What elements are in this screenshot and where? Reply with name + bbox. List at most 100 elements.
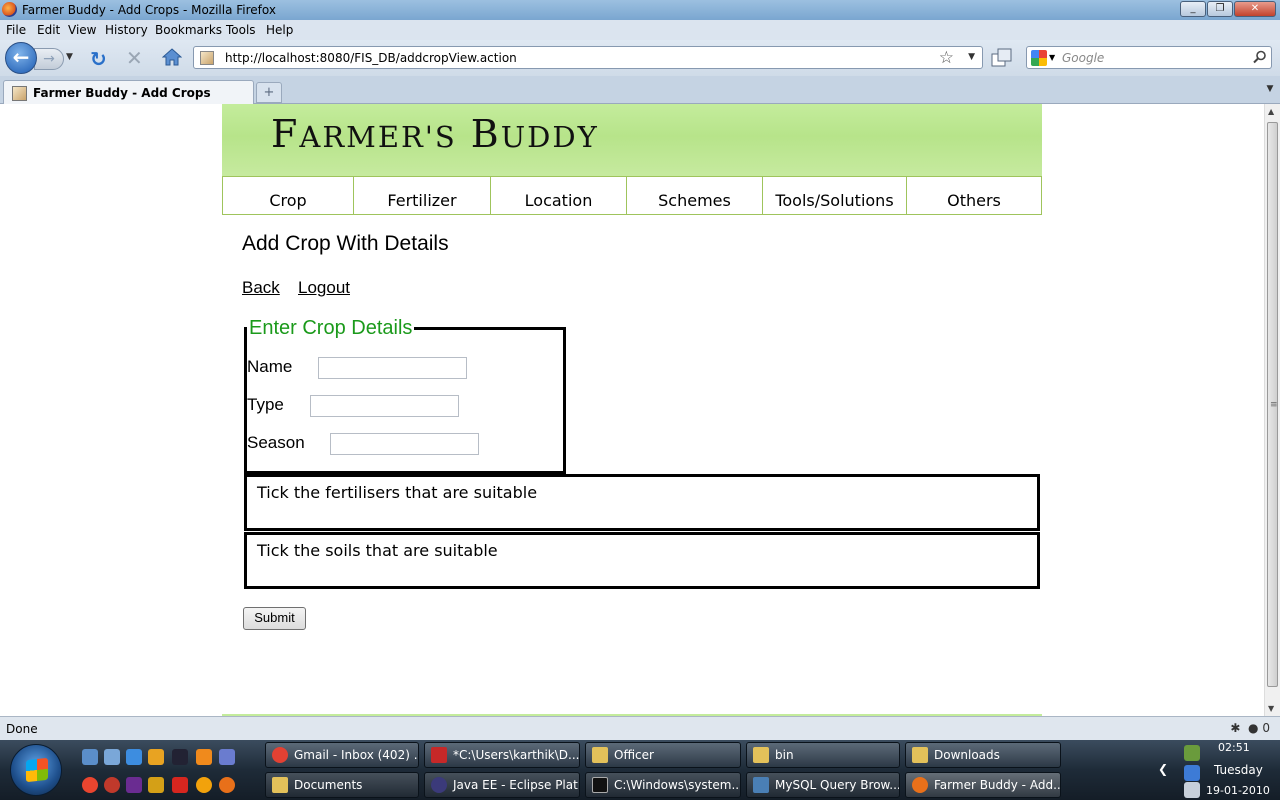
back-button[interactable]: ← xyxy=(5,42,37,74)
soils-box: Tick the soils that are suitable xyxy=(244,532,1040,589)
nav-crop[interactable]: Crop xyxy=(223,177,354,214)
page-viewport: FARMER'S BUDDY Crop Fertilizer Location … xyxy=(0,104,1264,716)
type-input[interactable] xyxy=(310,395,459,417)
address-bar[interactable]: http://localhost:8080/FIS_DB/addcropView… xyxy=(193,46,983,69)
quicklaunch-explorer-icon[interactable] xyxy=(104,749,120,765)
engine-dropdown-icon[interactable]: ▼ xyxy=(1049,53,1055,62)
submit-button[interactable]: Submit xyxy=(243,607,306,630)
type-label: Type xyxy=(247,395,284,414)
menu-history[interactable]: History xyxy=(105,23,148,37)
taskbar-officer[interactable]: Officer xyxy=(585,742,741,768)
menu-file[interactable]: File xyxy=(6,23,26,37)
season-input[interactable] xyxy=(330,433,479,455)
history-dropdown-icon[interactable]: ▼ xyxy=(66,52,73,62)
menu-bookmarks[interactable]: Bookmarks xyxy=(155,23,222,37)
url-dropdown-icon[interactable]: ▼ xyxy=(968,52,975,62)
stop-icon[interactable]: ✕ xyxy=(126,46,143,70)
folder-icon xyxy=(753,747,769,763)
start-button[interactable] xyxy=(10,744,62,796)
show-hidden-icons[interactable]: ❮ xyxy=(1158,762,1168,776)
scroll-down-icon[interactable]: ▼ xyxy=(1268,704,1274,713)
addon-icon[interactable]: ✱ xyxy=(1230,721,1240,735)
quicklaunch-ie-icon[interactable] xyxy=(126,749,142,765)
window-title: Farmer Buddy - Add Crops - Mozilla Firef… xyxy=(22,3,276,17)
menu-view[interactable]: View xyxy=(68,23,96,37)
clock-time: 02:51 xyxy=(1218,741,1250,754)
taskbar-downloads[interactable]: Downloads xyxy=(905,742,1061,768)
quicklaunch-desktop-icon[interactable] xyxy=(82,749,98,765)
quicklaunch-app3-icon[interactable] xyxy=(172,777,188,793)
tab-favicon-icon xyxy=(12,86,27,101)
nav-location[interactable]: Location xyxy=(491,177,627,214)
tray-network-icon[interactable] xyxy=(1184,765,1200,781)
search-bar[interactable]: ▼ Google xyxy=(1026,46,1272,69)
scroll-up-icon[interactable]: ▲ xyxy=(1268,107,1274,116)
quicklaunch-app2-icon[interactable] xyxy=(219,749,235,765)
close-button[interactable]: ✕ xyxy=(1234,1,1276,17)
quicklaunch-app-icon[interactable] xyxy=(172,749,188,765)
taskbar-notepad[interactable]: *C:\Users\karthik\D... xyxy=(424,742,580,768)
window-controls: _ ❐ ✕ xyxy=(1179,1,1276,17)
clock-date: 19-01-2010 xyxy=(1206,784,1270,797)
windows-taskbar: Gmail - Inbox (402) ... *C:\Users\karthi… xyxy=(0,740,1280,800)
tab-strip: Farmer Buddy - Add Crops + ▼ xyxy=(0,76,1280,105)
menu-help[interactable]: Help xyxy=(266,23,293,37)
google-engine-icon[interactable] xyxy=(1031,50,1047,66)
windows-logo-icon xyxy=(26,757,48,783)
quicklaunch-firefox-icon[interactable] xyxy=(219,777,235,793)
site-navigation: Crop Fertilizer Location Schemes Tools/S… xyxy=(222,176,1042,215)
chrome-icon xyxy=(272,747,288,763)
taskbar-documents[interactable]: Documents xyxy=(265,772,419,798)
quicklaunch-vlc-icon[interactable] xyxy=(196,749,212,765)
tab-groups-icon[interactable] xyxy=(991,48,1013,68)
nav-others[interactable]: Others xyxy=(907,177,1041,214)
quicklaunch-opera-icon[interactable] xyxy=(104,777,120,793)
season-label: Season xyxy=(247,433,305,452)
search-placeholder[interactable]: Google xyxy=(1062,51,1104,65)
taskbar-cmd[interactable]: C:\Windows\system... xyxy=(585,772,741,798)
name-input[interactable] xyxy=(318,357,467,379)
site-banner: FARMER'S BUDDY xyxy=(222,104,1042,176)
tray-power-icon[interactable] xyxy=(1184,745,1200,761)
quicklaunch-media-icon[interactable] xyxy=(148,749,164,765)
quicklaunch-app4-icon[interactable] xyxy=(196,777,212,793)
taskbar-eclipse[interactable]: Java EE - Eclipse Plat... xyxy=(424,772,580,798)
forward-button[interactable]: → xyxy=(34,48,64,70)
fertilisers-label: Tick the fertilisers that are suitable xyxy=(257,483,538,502)
nav-tools-solutions[interactable]: Tools/Solutions xyxy=(763,177,907,214)
nav-schemes[interactable]: Schemes xyxy=(627,177,763,214)
url-text[interactable]: http://localhost:8080/FIS_DB/addcropView… xyxy=(225,51,517,65)
notification-icon[interactable]: ● xyxy=(1248,721,1258,735)
tray-volume-icon[interactable] xyxy=(1184,782,1200,798)
taskbar-gmail[interactable]: Gmail - Inbox (402) ... xyxy=(265,742,419,768)
soils-label: Tick the soils that are suitable xyxy=(257,541,498,560)
back-link[interactable]: Back xyxy=(242,278,280,298)
reload-icon[interactable]: ↻ xyxy=(90,47,107,71)
new-tab-button[interactable]: + xyxy=(256,82,282,103)
search-icon[interactable] xyxy=(1253,50,1267,64)
vertical-scrollbar[interactable]: ▲ ≡ ▼ xyxy=(1264,104,1280,716)
menu-edit[interactable]: Edit xyxy=(37,23,60,37)
menu-tools[interactable]: Tools xyxy=(226,23,256,37)
quicklaunch-winamp-icon[interactable] xyxy=(126,777,142,793)
tab-farmer-buddy[interactable]: Farmer Buddy - Add Crops xyxy=(3,80,254,105)
home-icon[interactable] xyxy=(162,48,182,66)
bookmark-star-icon[interactable]: ☆ xyxy=(939,48,954,68)
quicklaunch-tool-icon[interactable] xyxy=(148,777,164,793)
taskbar-mysql[interactable]: MySQL Query Brow... xyxy=(746,772,900,798)
site-favicon-icon xyxy=(200,51,214,65)
minimize-button[interactable]: _ xyxy=(1180,1,1206,17)
cmd-icon xyxy=(592,777,608,793)
maximize-button[interactable]: ❐ xyxy=(1207,1,1233,17)
tab-list-icon[interactable]: ▼ xyxy=(1263,84,1277,100)
site-logo: FARMER'S BUDDY xyxy=(271,112,599,156)
taskbar-firefox[interactable]: Farmer Buddy - Add... xyxy=(905,772,1061,798)
quicklaunch-chrome-icon[interactable] xyxy=(82,777,98,793)
status-text: Done xyxy=(6,722,38,736)
folder-icon xyxy=(912,747,928,763)
page-title: Add Crop With Details xyxy=(242,232,449,255)
clock-day: Tuesday xyxy=(1214,763,1263,777)
logout-link[interactable]: Logout xyxy=(298,278,350,298)
nav-fertilizer[interactable]: Fertilizer xyxy=(354,177,491,214)
taskbar-bin[interactable]: bin xyxy=(746,742,900,768)
